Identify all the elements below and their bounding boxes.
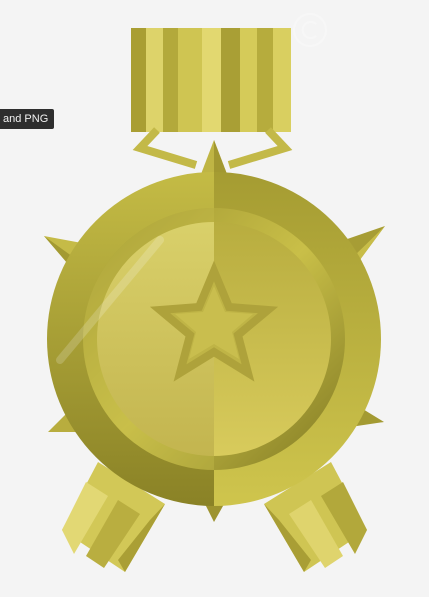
copyright-icon [293,13,327,47]
tooltip: and PNG [0,109,55,129]
top-ribbon [131,28,291,132]
medal-illustration [44,13,385,572]
medal-image [0,0,429,592]
